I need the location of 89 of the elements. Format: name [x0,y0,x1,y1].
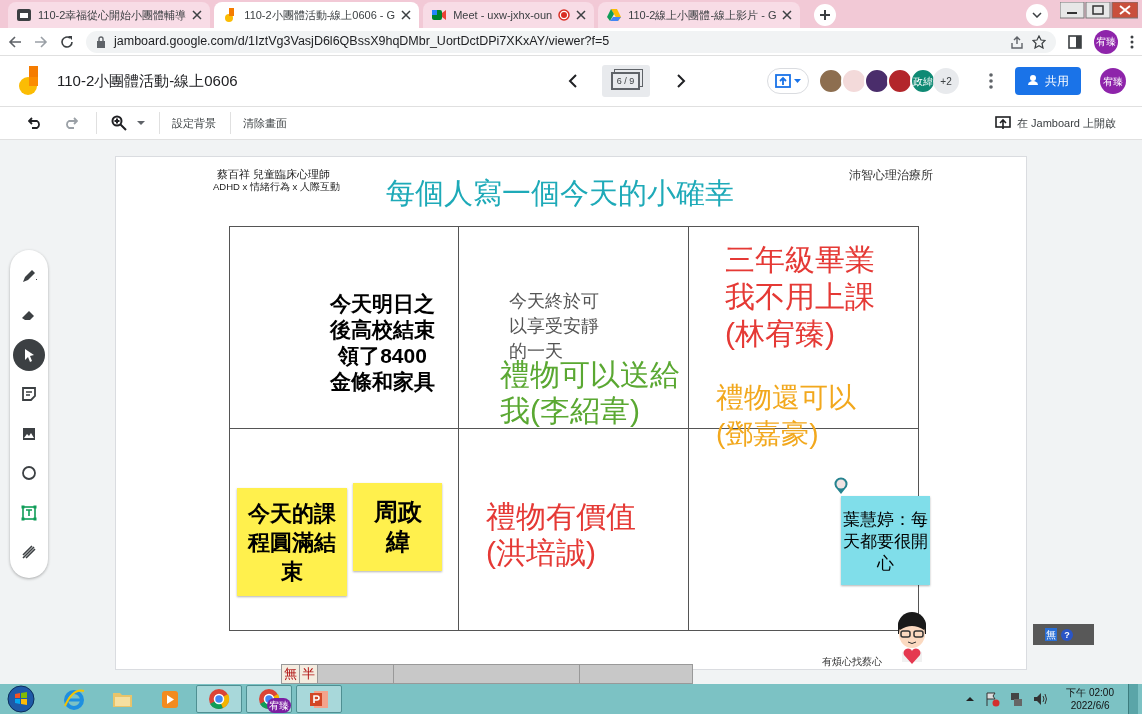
reload-icon[interactable] [60,34,74,49]
tab-title: 110-2小團體活動-線上0606 - G [244,8,396,22]
tagline: 有煩心找蔡心 [822,655,882,669]
close-icon[interactable] [192,10,203,20]
person-icon [1027,74,1039,88]
board-title: 110-2小團體活動-線上0606 [57,70,238,91]
ime-mode-button[interactable]: 無 [1045,628,1057,641]
jamboard-logo-icon [18,66,40,96]
sticky-note-icon [20,385,38,404]
lock-icon [96,35,106,48]
ime-mode-button[interactable]: 無 [282,665,300,683]
circle-icon [20,464,38,483]
browser-tab[interactable]: 110-2幸福從心開始小團體輔導 [8,2,211,28]
profile-avatar[interactable]: 宥臻 [1094,29,1118,54]
chrome-logo-icon [208,688,230,710]
address-bar[interactable]: jamboard.google.com/d/1IztVg3VasjD6l6QBssX9hqDMbr_UortDctDPi7XKxAY/viewer?f=5 [86,30,1056,53]
ie-logo-icon [63,688,85,710]
clock-time: 下午 02:00 [1066,686,1114,699]
undo-icon[interactable] [28,117,42,129]
start-orb-icon[interactable] [6,685,36,713]
close-icon[interactable] [401,10,412,20]
tab-title: 110-2幸福從心開始小團體輔導 [38,8,187,22]
star-icon[interactable] [1032,34,1046,49]
document-icon [16,7,32,23]
text-note: 今天終於可以享受安靜的一天 [509,290,599,361]
sticky-note: 周政緯 [353,483,442,571]
share-button[interactable]: 共用 [1015,67,1081,95]
board-heading: 每個人寫一個今天的小確幸 [386,176,734,211]
clock-date: 2022/6/6 [1070,699,1110,712]
profile-avatar[interactable]: 宥臻 [1100,68,1126,94]
ime-width-button[interactable]: 半 [300,665,318,683]
drive-logo-icon [606,7,623,23]
profile-badge: 宥臻 [267,698,291,713]
taskbar-button[interactable]: 宥臻 [246,685,292,713]
text-box-icon [20,503,38,522]
clinic-label: 沛智心理治療所 [849,168,933,183]
toolbar-button[interactable]: 清除畫面 [243,114,287,132]
share-icon[interactable] [1010,34,1024,49]
tab-search-button[interactable] [1026,4,1048,26]
close-icon[interactable] [576,10,587,20]
volume-icon[interactable] [1032,691,1049,707]
open-in-app-button[interactable]: 在 Jamboard 上開啟 [994,114,1116,132]
forward-icon[interactable] [34,34,48,49]
help-button[interactable]: ? [1061,628,1073,641]
present-icon [994,116,1011,130]
video-camera-icon [431,7,448,23]
powerpoint-logo-icon [308,688,330,710]
browser-tab[interactable]: 110-2小團體活動-線上0606 - G [214,2,420,28]
browser-tab[interactable]: 110-2線上小團體-線上影片 - G [598,2,801,28]
text-note: 禮物有價值(洪培誠) [486,499,637,571]
flag-alert-icon[interactable] [984,691,1001,707]
more-icon[interactable] [1130,34,1134,49]
more-icon[interactable] [989,73,993,89]
location-pin-icon [833,477,849,495]
chevron-down-icon [1032,12,1042,18]
frame-switcher[interactable]: 6 / 9 [601,65,650,97]
url-text: jamboard.google.com/d/1IztVg3VasjD6l6QBssX9hqDMbr_UortDctDPi7XKxAY/viewer?f=5 [114,33,611,51]
network-icon[interactable] [1008,691,1025,707]
collaborator-avatar: 政緯 [910,68,936,94]
taskbar-button[interactable] [196,685,242,713]
chevron-left-icon[interactable] [567,74,578,88]
text-note: 禮物可以送給我(李紹韋) [500,358,681,429]
browser-tab[interactable]: Meet - uxw-jxhx-oun [423,2,595,28]
caret-icon[interactable] [137,121,145,125]
tab-title: Meet - uxw-jxhx-oun [453,8,553,22]
new-tab-button[interactable] [814,4,837,26]
plus-icon [819,9,832,21]
caret-icon [794,79,801,83]
zoom-in-icon[interactable] [111,115,127,131]
text-note: 今天明日之後高校結束領了8400金條和家具 [329,291,436,395]
subtitle-label: ADHD x 情緒行為 x 人際互動 [213,181,340,193]
present-icon [775,74,791,88]
window-controls-drawing[interactable] [1060,2,1138,20]
tray-expand-icon[interactable] [966,696,975,702]
tab-title: 110-2線上小團體-線上影片 - G [628,8,777,22]
author-label: 蔡百祥 兒童臨床心理師 [217,168,331,181]
tool-button[interactable] [13,338,45,371]
toolbar-button[interactable]: 設定背景 [172,114,216,132]
redo-icon[interactable] [64,117,78,129]
close-icon[interactable] [782,10,793,20]
taskbar-button[interactable] [296,685,342,713]
side-panel-icon[interactable] [1068,34,1082,49]
back-icon[interactable] [8,34,22,49]
sticky-note: 葉慧婷：每天都要很開心 [841,496,930,585]
more-collaborators-badge[interactable]: +2 [933,68,959,94]
media-player-icon [159,688,181,710]
text-note: 三年級畢業我不用上課(林宥臻) [725,242,876,352]
sticky-note: 今天的課程圓滿結束 [237,488,347,596]
chevron-right-icon[interactable] [675,74,686,88]
